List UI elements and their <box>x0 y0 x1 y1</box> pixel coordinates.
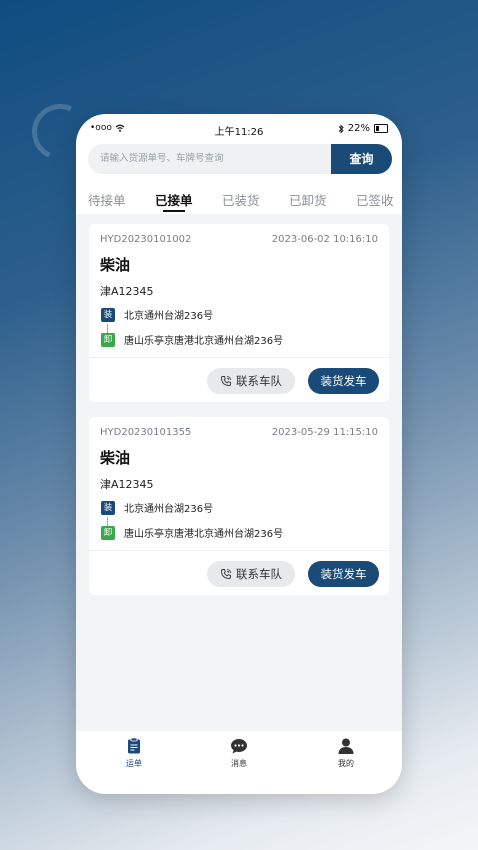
tab-pending[interactable]: 待接单 <box>88 190 126 209</box>
load-address: 北京通州台湖236号 <box>124 504 214 515</box>
goods-name: 柴油 <box>100 449 131 467</box>
order-time: 2023-05-29 11:15:10 <box>271 427 378 438</box>
load-depart-button[interactable]: 装货发车 <box>308 561 379 587</box>
waybill-icon <box>128 737 140 754</box>
tabbar-item-profile[interactable]: 我的 <box>316 737 376 769</box>
order-list: HYD20230101002 2023-06-02 10:16:10 柴油 津A… <box>76 214 402 731</box>
contact-fleet-label: 联系车队 <box>236 374 282 388</box>
contact-fleet-label: 联系车队 <box>236 567 282 581</box>
load-badge: 装 <box>101 501 115 515</box>
bottom-tab-bar: 运单 消息 我的 <box>76 731 402 794</box>
card-divider <box>89 357 389 358</box>
contact-fleet-button[interactable]: 联系车队 <box>207 368 295 394</box>
card-divider <box>89 550 389 551</box>
tab-signed[interactable]: 已签收 <box>356 190 394 209</box>
tabbar-label: 消息 <box>231 759 247 768</box>
plate-number: 津A12345 <box>100 478 154 491</box>
message-icon <box>231 739 247 754</box>
unload-address: 唐山乐亭京唐港北京通州台湖236号 <box>124 336 284 347</box>
search-bar: 请输入货源单号、车牌号查询 查询 <box>88 144 392 174</box>
order-card[interactable]: HYD20230101355 2023-05-29 11:15:10 柴油 津A… <box>89 417 389 595</box>
load-depart-button[interactable]: 装货发车 <box>308 368 379 394</box>
order-card[interactable]: HYD20230101002 2023-06-02 10:16:10 柴油 津A… <box>89 224 389 402</box>
phone-icon <box>221 376 231 386</box>
bluetooth-icon <box>338 123 344 134</box>
tabbar-label: 我的 <box>338 759 354 768</box>
phone-screen: •ooo 上午11:26 22% 请输入货源单号、车牌号查询 查询 待接单 已接… <box>76 114 402 794</box>
tabbar-label: 运单 <box>126 759 142 768</box>
search-input[interactable]: 请输入货源单号、车牌号查询 <box>88 144 344 174</box>
battery-percent: 22% <box>347 123 370 134</box>
tab-loaded[interactable]: 已装货 <box>222 190 260 209</box>
order-time: 2023-06-02 10:16:10 <box>271 234 378 245</box>
order-id: HYD20230101002 <box>100 234 192 245</box>
tabbar-item-message[interactable]: 消息 <box>209 737 269 769</box>
profile-icon <box>338 738 354 754</box>
contact-fleet-button[interactable]: 联系车队 <box>207 561 295 587</box>
search-button[interactable]: 查询 <box>331 144 392 174</box>
status-bar: •ooo 上午11:26 22% <box>76 114 402 144</box>
tabbar-item-waybill[interactable]: 运单 <box>104 737 164 769</box>
order-id: HYD20230101355 <box>100 427 192 438</box>
tab-accepted[interactable]: 已接单 <box>155 190 193 209</box>
phone-icon <box>221 569 231 579</box>
goods-name: 柴油 <box>100 256 131 274</box>
load-badge: 装 <box>101 308 115 322</box>
unload-address: 唐山乐亭京唐港北京通州台湖236号 <box>124 529 284 540</box>
status-tabs: 待接单 已接单 已装货 已卸货 已签收 <box>76 184 402 214</box>
unload-badge: 卸 <box>101 333 115 347</box>
active-tab-indicator <box>163 210 185 212</box>
load-address: 北京通州台湖236号 <box>124 311 214 322</box>
battery-icon <box>374 124 388 133</box>
tab-unloaded[interactable]: 已卸货 <box>289 190 327 209</box>
plate-number: 津A12345 <box>100 285 154 298</box>
unload-badge: 卸 <box>101 526 115 540</box>
